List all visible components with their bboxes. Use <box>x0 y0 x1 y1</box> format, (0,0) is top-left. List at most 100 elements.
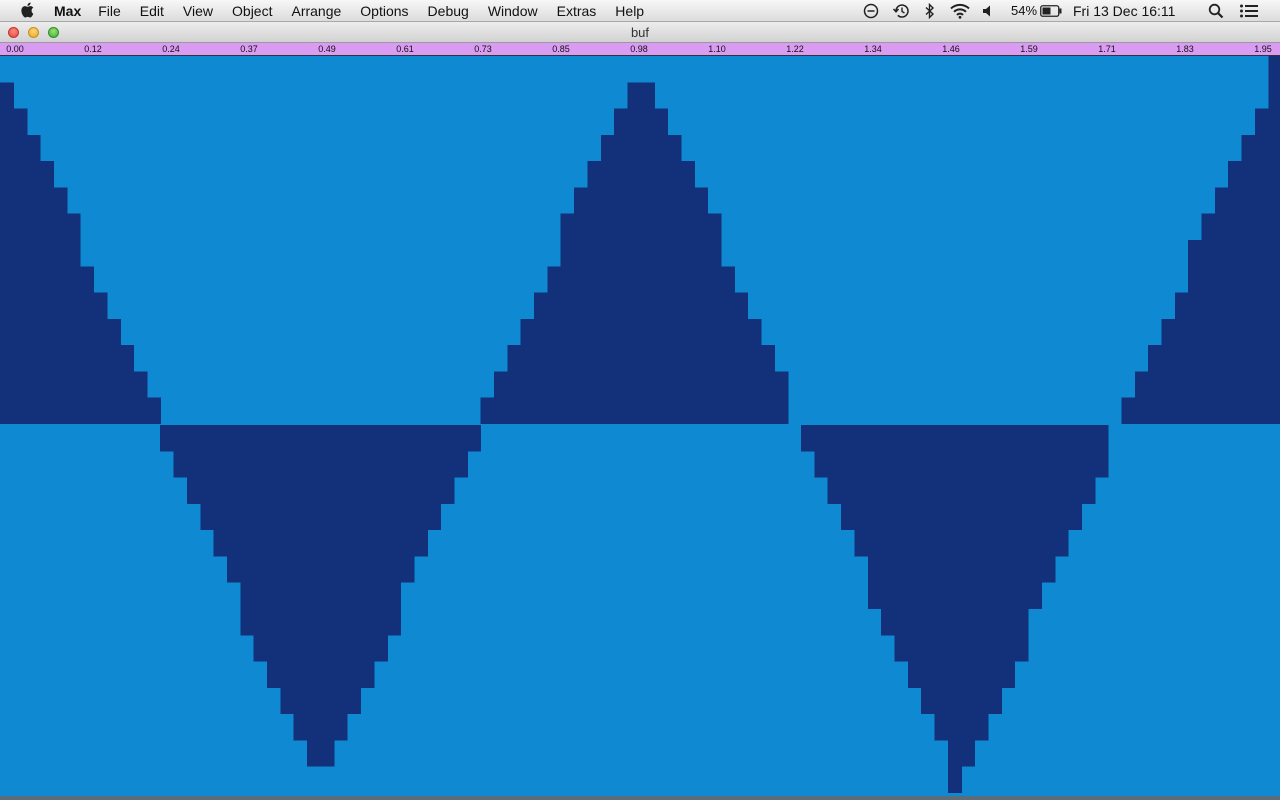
battery-icon[interactable] <box>1039 2 1063 20</box>
waveform-sample-column <box>93 292 108 424</box>
ruler-tick-label: 0.73 <box>474 44 492 54</box>
waveform-sample-column <box>387 425 402 636</box>
window-bottom-edge <box>0 796 1280 800</box>
ruler-tick-label: 1.22 <box>786 44 804 54</box>
waveform-sample-column <box>1228 161 1243 424</box>
menu-file[interactable]: File <box>98 3 121 19</box>
apple-menu-icon[interactable] <box>20 1 36 19</box>
waveform-sample-column <box>480 397 495 424</box>
waveform-sample-column <box>1068 425 1082 531</box>
ruler-tick-label: 1.71 <box>1098 44 1116 54</box>
waveform-sample-column <box>507 345 522 424</box>
waveform-sample-column <box>1201 213 1216 424</box>
menu-debug[interactable]: Debug <box>428 3 469 19</box>
waveform-sample-column <box>200 425 215 531</box>
ruler-tick-label: 1.10 <box>708 44 726 54</box>
menu-extras[interactable]: Extras <box>557 3 597 19</box>
waveform-sample-column <box>133 371 148 424</box>
menu-edit[interactable]: Edit <box>140 3 164 19</box>
waveform-sample-column <box>560 213 575 424</box>
waveform-sample-column <box>547 266 562 424</box>
waveform-sample-column <box>53 187 68 424</box>
waveform-sample-column <box>13 108 28 424</box>
waveform-sample-column <box>961 425 976 767</box>
waveform-sample-column <box>640 82 655 424</box>
waveform-sample-column <box>400 425 415 583</box>
ruler-tick-label: 1.34 <box>864 44 882 54</box>
waveform-sample-column <box>427 425 442 531</box>
menu-options[interactable]: Options <box>360 3 408 19</box>
waveform-sample-column <box>333 425 348 741</box>
do-not-disturb-icon[interactable] <box>862 2 880 20</box>
wifi-icon[interactable] <box>949 2 971 20</box>
window-title: buf <box>630 25 650 40</box>
waveform-sample-column <box>801 425 815 452</box>
ruler-tick-label: 0.12 <box>84 44 102 54</box>
ruler-tick-label: 0.85 <box>552 44 570 54</box>
waveform-sample-column <box>814 425 829 478</box>
waveform-sample-column <box>1054 425 1069 557</box>
waveform-sample-column <box>907 425 922 688</box>
waveform-sample-column <box>1188 240 1203 424</box>
ruler-tick-label: 0.61 <box>396 44 414 54</box>
bluetooth-icon[interactable] <box>923 2 937 20</box>
waveform-sample-column <box>974 425 989 741</box>
clock[interactable]: Fri 13 Dec 16:11 <box>1073 0 1175 22</box>
waveform-sample-column <box>1254 108 1269 424</box>
waveform-sample-column <box>413 425 428 557</box>
waveform-sample-column <box>934 425 949 741</box>
waveform-sample-column <box>493 371 508 424</box>
time-ruler[interactable]: 0.00 0.12 0.24 0.37 0.49 0.61 0.73 0.85 0.98 1.10… <box>0 43 1280 56</box>
waveform-sample-column <box>347 425 362 715</box>
waveform-sample-column <box>734 292 749 424</box>
menu-view[interactable]: View <box>183 3 213 19</box>
waveform-sample-column <box>1134 371 1149 424</box>
menu-help[interactable]: Help <box>615 3 644 19</box>
waveform-sample-column <box>894 425 909 662</box>
waveform-sample-column <box>160 425 175 452</box>
waveform-sample-column <box>1094 425 1109 478</box>
waveform-sample-column <box>587 161 602 424</box>
search-icon[interactable] <box>1207 2 1225 20</box>
waveform-sample-column <box>0 82 14 424</box>
app-menu-max[interactable]: Max <box>54 3 81 19</box>
ruler-tick-label: 1.59 <box>1020 44 1038 54</box>
menu-window[interactable]: Window <box>488 3 538 19</box>
waveform-sample-column <box>373 425 388 662</box>
ruler-tick-label: 0.24 <box>162 44 180 54</box>
waveform-sample-column <box>213 425 228 557</box>
waveform-sample-column <box>307 425 321 767</box>
waveform-sample-column <box>360 425 375 688</box>
waveform-sample-column <box>747 318 762 424</box>
waveform-sample-column <box>574 187 588 424</box>
waveform-sample-column <box>694 187 709 424</box>
waveform-sample-column <box>987 425 1002 715</box>
waveform-sample-column <box>760 345 775 424</box>
waveform-sample-column <box>720 266 735 424</box>
waveform-sample-column <box>627 82 642 424</box>
waveform-sample-column <box>1121 397 1136 424</box>
ruler-tick-label: 1.95 <box>1254 44 1272 54</box>
window-titlebar[interactable]: buf <box>0 22 1280 43</box>
menu-object[interactable]: Object <box>232 3 272 19</box>
ruler-tick-label: 1.83 <box>1176 44 1194 54</box>
notification-center-icon[interactable] <box>1238 2 1260 20</box>
waveform-sample-column <box>453 425 468 478</box>
waveform-sample-column <box>1014 425 1029 662</box>
waveform-sample-column <box>534 292 548 424</box>
buffer-window: buf 0.00 0.12 0.24 0.37 0.49 0.61 0.73 0.85 0.98… <box>0 22 1280 800</box>
waveform-sample-column <box>293 425 308 741</box>
waveform-sample-column <box>707 213 722 424</box>
waveform-sample-column <box>667 134 682 425</box>
waveform-sample-column <box>921 425 936 715</box>
waveform-sample-column <box>520 318 535 424</box>
time-machine-icon[interactable] <box>891 2 911 20</box>
waveform-sample-column <box>1214 187 1229 424</box>
waveform-display[interactable] <box>0 56 1280 796</box>
waveform-sample-column <box>854 425 869 557</box>
waveform-sample-column <box>467 425 482 452</box>
menu-arrange[interactable]: Arrange <box>291 3 341 19</box>
waveform-sample-column <box>80 266 95 424</box>
volume-icon[interactable] <box>981 2 995 20</box>
battery-percent: 54% <box>1011 3 1038 18</box>
